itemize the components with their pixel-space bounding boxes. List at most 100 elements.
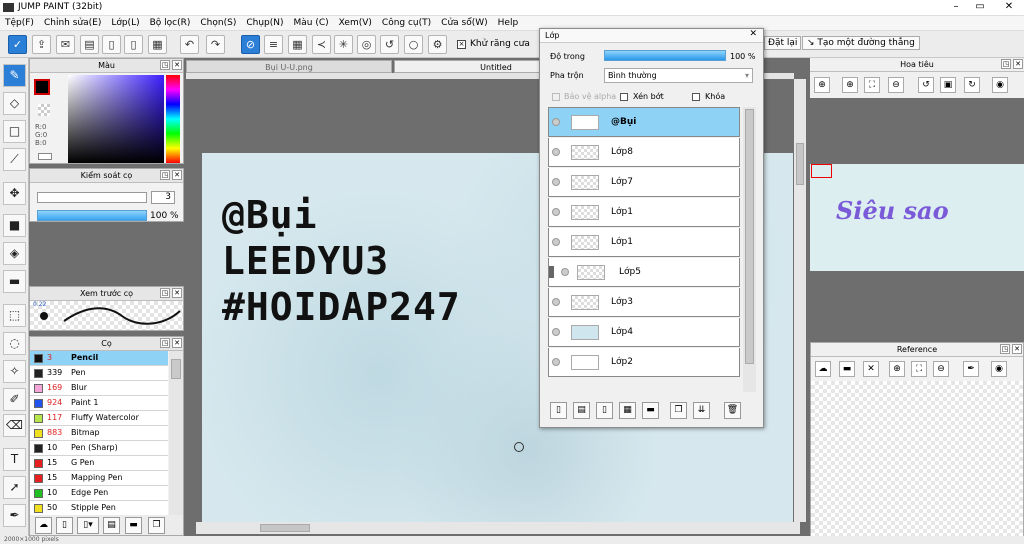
blend-mode-select[interactable]: Bình thường ▾ [604,68,753,83]
menu-item[interactable]: Chọn(S) [195,16,241,31]
snap-off-icon[interactable]: ⊘ [241,35,260,54]
zoom-out-icon[interactable]: ⊖ [888,77,904,93]
brush-tool-icon[interactable]: ✎ [3,64,26,87]
brush-folder-icon[interactable]: ▬ [125,517,142,534]
brush-doc-icon[interactable]: ▤ [103,517,120,534]
protect-alpha-checkbox[interactable] [552,93,560,101]
settings-snap-icon[interactable]: ⚙ [428,35,447,54]
maximize-button[interactable]: ▭ [968,0,992,14]
layer-visibility-icon[interactable] [552,298,560,306]
layer-visibility-icon[interactable] [561,268,569,276]
comment-icon[interactable]: ✉ [56,35,75,54]
menu-item[interactable]: Chụp(N) [241,16,288,31]
flip-icon[interactable]: ◉ [992,77,1008,93]
fit-icon[interactable]: ⛶ [864,77,880,93]
reference-zoom-out-icon[interactable]: ⊖ [933,361,949,377]
menu-item[interactable]: Lớp(L) [106,16,144,31]
eraser-tool-icon[interactable]: ◇ [3,92,26,115]
layer-row[interactable]: @Bụi [548,108,740,137]
navigator-viewport-rect[interactable] [811,164,832,178]
zoom-in-icon[interactable]: ⊕ [814,77,830,93]
new-text-layer-icon[interactable]: ▯ [596,402,613,419]
layer-visibility-icon[interactable] [552,358,560,366]
layer-row[interactable]: Lớp2 [548,348,740,377]
brush-item[interactable]: 10 Edge Pen [30,486,168,501]
menu-item[interactable]: Bộ lọc(R) [145,16,196,31]
layer-row[interactable]: Lớp4 [548,318,740,347]
layer-visibility-icon[interactable] [552,178,560,186]
menu-item[interactable]: Xem(V) [334,16,377,31]
brush-item[interactable]: 883 Bitmap [30,426,168,441]
rotate-left-icon[interactable]: ↺ [918,77,934,93]
layer-visibility-icon[interactable] [552,328,560,336]
size-slider[interactable] [37,192,147,203]
text-tool-icon[interactable]: T [3,448,26,471]
panel-float-icon[interactable]: ◳ [160,60,170,70]
new-layer-icon[interactable]: ▯ [550,402,567,419]
panel-close-icon[interactable]: ✕ [172,170,182,180]
cloud-sync-icon[interactable]: ✓ [8,35,27,54]
menu-item[interactable]: Cửa sổ(W) [436,16,492,31]
ellipse-snap-icon[interactable]: ○ [404,35,423,54]
layer-window-close-icon[interactable]: ✕ [749,29,757,39]
tab-bui-uu[interactable]: Bụi U-U.png [186,60,392,73]
new-folder-icon[interactable]: ▬ [642,402,659,419]
circle-snap-icon[interactable]: ◎ [357,35,376,54]
navigator-preview[interactable]: Siêu sao [810,164,1024,271]
chat-icon[interactable]: ▤ [80,35,99,54]
menu-item[interactable]: Tệp(F) [0,16,39,31]
grid-snap-icon[interactable]: ▦ [288,35,307,54]
brush-cloud-icon[interactable]: ☁ [35,517,52,534]
zoom-in-2-icon[interactable]: ⊕ [842,77,858,93]
move-tool-icon[interactable]: ✥ [3,182,26,205]
clip-checkbox[interactable] [620,93,628,101]
reference-canvas[interactable] [811,381,1023,543]
brush-item[interactable]: 15 Mapping Pen [30,471,168,486]
brush-item[interactable]: 924 Paint 1 [30,396,168,411]
size-value[interactable]: 3 [151,191,175,204]
doc2-icon[interactable]: ▯ [124,35,143,54]
panel-float-icon[interactable]: ◳ [1001,59,1011,69]
eyedropper-tool-icon[interactable]: ✒ [3,504,26,527]
straight-line-button[interactable]: ↘ Tạo một đường thẳng [802,36,920,50]
reset-view-icon[interactable]: ▣ [940,77,956,93]
brush-list-scrollbar[interactable] [169,351,183,517]
shape-tool-icon[interactable]: □ [3,120,26,143]
opacity-slider[interactable] [37,210,147,221]
panel-float-icon[interactable]: ◳ [160,338,170,348]
radial-snap-icon[interactable]: ✳ [334,35,353,54]
redo-icon[interactable]: ↷ [206,35,225,54]
magic-wand-tool-icon[interactable]: ✧ [3,360,26,383]
fill-rect-tool-icon[interactable]: ■ [3,214,26,237]
layer-row[interactable]: Lớp1 [548,228,740,257]
brush-item[interactable]: 117 Fluffy Watercolor [30,411,168,426]
layer-row[interactable]: Lớp1 [548,198,740,227]
menu-item[interactable]: Màu (C) [289,16,334,31]
transparent-color-swatch[interactable] [38,104,50,116]
antialias-checkbox[interactable]: × [457,40,466,49]
reference-zoom-in-icon[interactable]: ⊕ [889,361,905,377]
reference-open-icon[interactable]: ▬ [839,361,855,377]
primary-color-swatch[interactable] [34,79,50,95]
undo-icon[interactable]: ↶ [180,35,199,54]
brush-copy-icon[interactable]: ❐ [148,517,165,534]
layer-row[interactable]: Lớp7 [548,168,740,197]
menu-item[interactable]: Chỉnh sửa(E) [39,16,106,31]
select-rect-tool-icon[interactable]: ⬚ [3,304,26,327]
panel-float-icon[interactable]: ◳ [1000,344,1010,354]
panel-float-icon[interactable]: ◳ [160,288,170,298]
layer-visibility-icon[interactable] [552,148,560,156]
close-button[interactable]: ✕ [994,0,1024,14]
layer-visibility-icon[interactable] [552,238,560,246]
bucket-tool-icon[interactable]: ◈ [3,242,26,265]
curve-snap-icon[interactable]: ↺ [380,35,399,54]
merge-layer-icon[interactable]: ⇊ [693,402,710,419]
reference-fit-icon[interactable]: ⛶ [911,361,927,377]
brush-item[interactable]: 10 Pen (Sharp) [30,441,168,456]
panel-close-icon[interactable]: ✕ [1012,344,1022,354]
reset-button[interactable]: Đặt lại [764,36,802,50]
reference-close-icon[interactable]: ✕ [863,361,879,377]
reference-cloud-icon[interactable]: ☁ [815,361,831,377]
layer-row[interactable]: Lớp5 [548,258,740,287]
panel-close-icon[interactable]: ✕ [172,338,182,348]
